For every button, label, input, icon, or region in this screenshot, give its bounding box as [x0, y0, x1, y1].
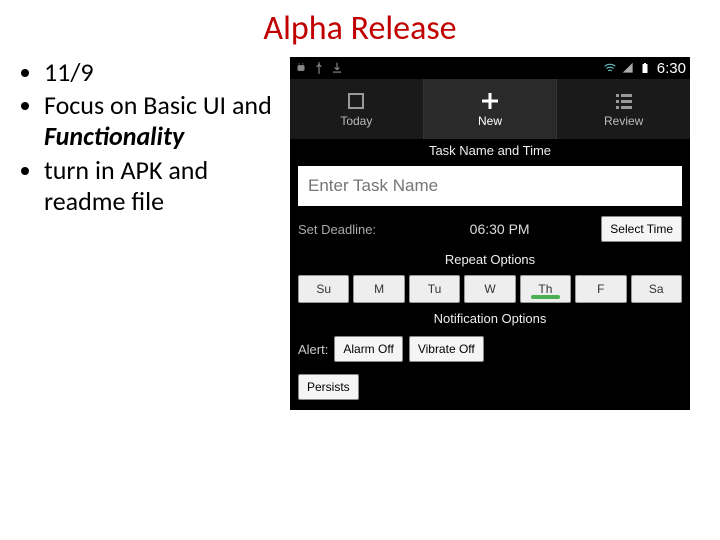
battery-icon [639, 61, 653, 75]
bullet-item: 11/9 [44, 57, 290, 88]
list-icon [613, 90, 635, 112]
select-time-button[interactable]: Select Time [601, 216, 682, 242]
deadline-time-value: 06:30 PM [406, 221, 593, 237]
bullet-item: Focus on Basic UI and Functionality [44, 90, 290, 152]
tab-label: Review [604, 114, 643, 128]
tab-label: Today [340, 114, 372, 128]
deadline-row: Set Deadline: 06:30 PM Select Time [290, 210, 690, 248]
status-right: 6:30 [603, 60, 686, 77]
alert-row: Alert: Alarm Off Vibrate Off [290, 330, 690, 368]
day-sa[interactable]: Sa [631, 275, 682, 303]
status-left [294, 61, 344, 75]
tab-bar: Today New Review [290, 79, 690, 139]
task-input-row [290, 162, 690, 210]
alert-label: Alert: [298, 342, 328, 357]
section-task-name: Task Name and Time [290, 139, 690, 162]
alarm-toggle-button[interactable]: Alarm Off [334, 336, 402, 362]
content-row: 11/9 Focus on Basic UI and Functionality… [0, 49, 720, 410]
slide-title: Alpha Release [0, 0, 720, 49]
vibrate-toggle-button[interactable]: Vibrate Off [409, 336, 484, 362]
bullet-emphasis: Functionality [44, 120, 184, 152]
slide: Alpha Release 11/9 Focus on Basic UI and… [0, 0, 720, 540]
android-icon [294, 61, 308, 75]
bullet-text: Focus on Basic UI and [44, 89, 272, 121]
status-time: 6:30 [657, 60, 686, 77]
day-w[interactable]: W [464, 275, 515, 303]
tab-new[interactable]: New [424, 79, 558, 139]
wifi-icon [603, 61, 617, 75]
days-row: Su M Tu W Th F Sa [290, 271, 690, 307]
day-m[interactable]: M [353, 275, 404, 303]
section-repeat: Repeat Options [290, 248, 690, 271]
square-icon [345, 90, 367, 112]
phone-screenshot: 6:30 Today New [290, 57, 690, 410]
tab-review[interactable]: Review [557, 79, 690, 139]
bullet-list: 11/9 Focus on Basic UI and Functionality… [10, 57, 290, 219]
bullet-item: turn in APK and readme file [44, 155, 290, 217]
persists-button[interactable]: Persists [298, 374, 359, 400]
day-th[interactable]: Th [520, 275, 571, 303]
task-name-input[interactable] [298, 166, 682, 206]
day-su[interactable]: Su [298, 275, 349, 303]
day-tu[interactable]: Tu [409, 275, 460, 303]
persists-row: Persists [290, 368, 690, 410]
section-notification: Notification Options [290, 307, 690, 330]
tab-today[interactable]: Today [290, 79, 424, 139]
usb-icon [312, 61, 326, 75]
signal-icon [621, 61, 635, 75]
download-icon [330, 61, 344, 75]
day-f[interactable]: F [575, 275, 626, 303]
plus-icon [479, 90, 501, 112]
deadline-label: Set Deadline: [298, 222, 398, 237]
tab-label: New [478, 114, 502, 128]
android-status-bar: 6:30 [290, 57, 690, 79]
